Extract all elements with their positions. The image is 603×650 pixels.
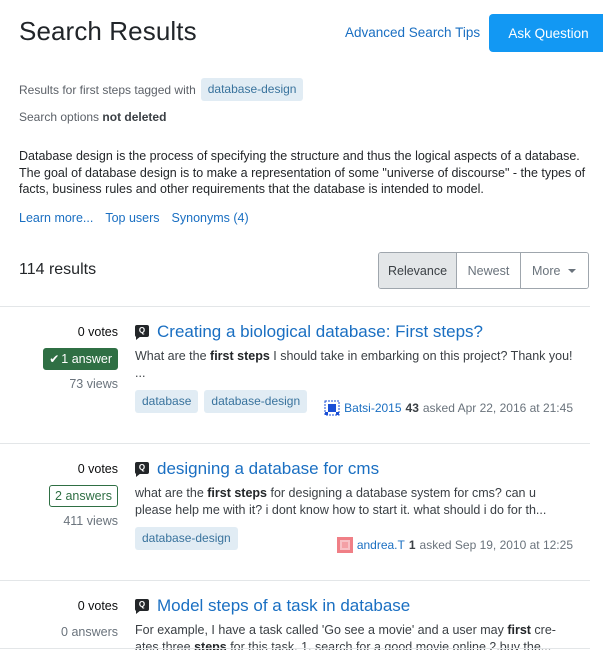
- answer-count-accepted: ✔ 1 answer: [43, 348, 118, 370]
- caret-down-icon: [568, 268, 577, 273]
- user-reputation: 1: [408, 538, 416, 552]
- question-bubble-icon: Q: [135, 599, 149, 614]
- asked-time: asked Sep 19, 2010 at 12:25: [419, 538, 573, 552]
- sort-newest-tab[interactable]: Newest: [457, 253, 521, 288]
- page-header: Search Results Advanced Search Tips Ask …: [19, 14, 603, 52]
- user-avatar[interactable]: [324, 400, 340, 416]
- question-body: Q Model steps of a task in database For …: [135, 594, 575, 650]
- answer-count: 0 answers: [61, 625, 118, 639]
- tag-info-links: Learn more... Top users Synonyms (4): [19, 211, 249, 225]
- answer-count: 2 answers: [49, 485, 118, 507]
- question-stats: 0 votes 2 answers 411 views: [0, 459, 118, 529]
- question-excerpt: For example, I have a task called 'Go se…: [135, 623, 556, 650]
- divider: [0, 580, 590, 581]
- search-options-value: not deleted: [102, 110, 167, 124]
- question-title-link[interactable]: designing a database for cms: [157, 459, 379, 479]
- question-stats: 0 votes ✔ 1 answer 73 views: [0, 322, 118, 392]
- question-owner: andrea.T 1 asked Sep 19, 2010 at 12:25: [336, 537, 573, 553]
- vote-count: 0 votes: [77, 599, 118, 613]
- view-count: 73 views: [69, 377, 118, 391]
- vote-count: 0 votes: [77, 462, 118, 476]
- question-title-link[interactable]: Creating a biological database: First st…: [157, 322, 483, 342]
- divider: [0, 443, 590, 444]
- question-excerpt: what are the first steps for designing a…: [135, 486, 547, 517]
- page-title: Search Results: [19, 16, 197, 46]
- sort-tabs: Relevance Newest More: [378, 252, 589, 289]
- tag-database-design[interactable]: database-design: [135, 527, 238, 550]
- asked-time: asked Apr 22, 2016 at 21:45: [422, 401, 573, 415]
- divider: [0, 306, 590, 307]
- user-reputation: 43: [405, 401, 419, 415]
- question-bubble-icon: Q: [135, 462, 149, 477]
- search-tag[interactable]: database-design: [200, 78, 304, 101]
- vote-count: 0 votes: [77, 325, 118, 339]
- synonyms-link[interactable]: Synonyms (4): [172, 211, 249, 225]
- tag-description: Database design is the process of specif…: [19, 149, 586, 196]
- sort-relevance-tab[interactable]: Relevance: [379, 253, 457, 288]
- search-options-label: Search options: [19, 110, 100, 124]
- answer-count-label: 1 answer: [61, 352, 112, 366]
- question-excerpt: What are the first steps I should take i…: [135, 349, 573, 380]
- user-avatar[interactable]: [336, 537, 353, 553]
- tag-database[interactable]: database: [135, 390, 199, 413]
- divider: [0, 648, 590, 649]
- view-count: 411 views: [63, 514, 118, 528]
- user-name-link[interactable]: Batsi-2015: [344, 401, 401, 415]
- question-stats: 0 votes 0 answers: [0, 596, 118, 642]
- top-users-link[interactable]: Top users: [105, 211, 159, 225]
- results-for-label: Results for first steps tagged with: [19, 82, 196, 97]
- checkmark-icon: ✔: [49, 352, 60, 366]
- sort-more-label: More: [532, 263, 561, 278]
- learn-more-link[interactable]: Learn more...: [19, 211, 93, 225]
- question-owner: Batsi-2015 43 asked Apr 22, 2016 at 21:4…: [324, 400, 573, 416]
- search-summary: Results for first steps tagged with data…: [19, 78, 304, 101]
- ask-question-button[interactable]: Ask Question: [489, 14, 603, 52]
- question-title-link[interactable]: Model steps of a task in database: [157, 596, 410, 616]
- sort-more-dropdown[interactable]: More: [521, 253, 588, 288]
- results-count: 114 results: [19, 261, 97, 278]
- advanced-search-tips-link[interactable]: Advanced Search Tips: [345, 25, 480, 40]
- search-options: Search options not deleted: [19, 110, 166, 124]
- question-bubble-icon: Q: [135, 325, 149, 340]
- tag-database-design[interactable]: database-design: [204, 390, 308, 413]
- user-name-link[interactable]: andrea.T: [357, 538, 405, 552]
